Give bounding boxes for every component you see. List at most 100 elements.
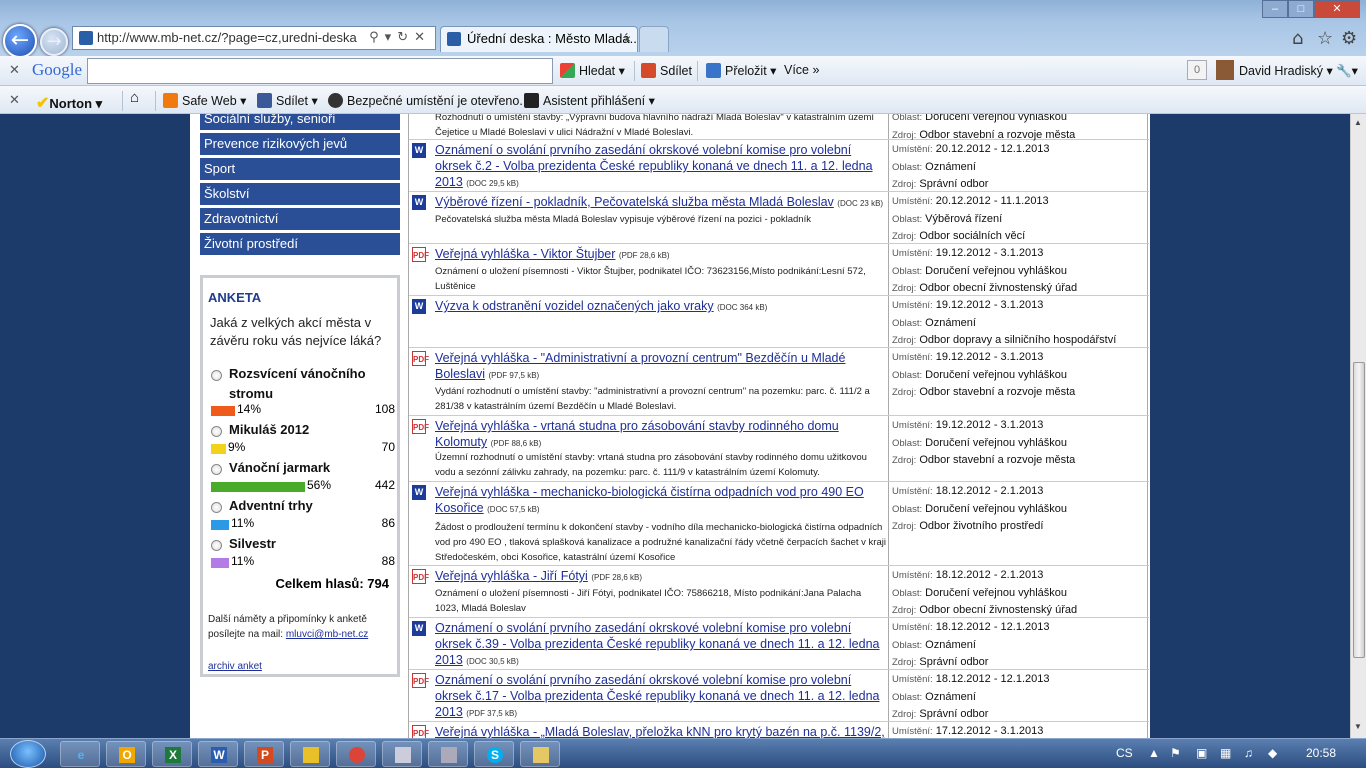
norton-button[interactable]: ✔Norton ▾ bbox=[36, 93, 102, 113]
tab-uredni-deska[interactable]: Úřední deska : Město Mladá... × bbox=[440, 26, 638, 52]
poll-option[interactable]: Mikuláš 2012 9% 70 bbox=[209, 420, 395, 456]
home-icon[interactable]: ⌂ bbox=[130, 89, 139, 106]
hledat-button[interactable]: Hledat ▾ bbox=[560, 63, 625, 78]
secure-location-button[interactable]: Bezpečné umístění je otevřeno. ▾ bbox=[328, 93, 533, 108]
dropbox-icon[interactable]: ◆ bbox=[1268, 746, 1277, 760]
menu-item-socialni[interactable]: Sociální služby, senioři bbox=[200, 114, 400, 131]
flag-icon[interactable]: ⚑ bbox=[1170, 746, 1181, 760]
radio-button[interactable] bbox=[211, 464, 222, 475]
google-search-input[interactable] bbox=[87, 58, 553, 84]
scroll-down-icon[interactable]: ▼ bbox=[1354, 722, 1362, 731]
row-meta: Umístění: 19.12.2012 - 3.1.2013 Oblast: D… bbox=[892, 417, 1147, 470]
menu-item-prevence[interactable]: Prevence rizikových jevů bbox=[200, 133, 400, 156]
notice-link[interactable]: Veřejná vyhláška - Viktor Štujber bbox=[435, 247, 615, 261]
meta-umisteni: Umístění: 20.12.2012 - 11.1.2013 bbox=[892, 193, 1147, 211]
meta-zdroj: Zdroj: Správní odbor bbox=[892, 706, 1147, 724]
vice-button[interactable]: Více » bbox=[784, 63, 819, 77]
refresh-icon[interactable]: ↻ bbox=[397, 30, 414, 45]
tab-close-icon[interactable]: × bbox=[624, 27, 631, 51]
poll-option[interactable]: Vánoční jarmark 56% 442 bbox=[209, 458, 395, 494]
taskbar-skype[interactable]: S bbox=[474, 741, 514, 767]
notification-counter[interactable]: 0 bbox=[1187, 60, 1207, 80]
network-icon[interactable]: ▦ bbox=[1220, 746, 1231, 760]
menu-item-sport[interactable]: Sport bbox=[200, 158, 400, 181]
stop-icon[interactable]: ✕ bbox=[414, 30, 431, 45]
tray-expand-icon[interactable]: ▲ bbox=[1148, 746, 1160, 760]
taskbar-word[interactable]: W bbox=[198, 741, 238, 767]
tray-app-icon[interactable]: ▣ bbox=[1196, 746, 1207, 760]
close-button[interactable]: ✕ bbox=[1314, 0, 1360, 18]
vertical-scrollbar[interactable]: ▲ ▼ bbox=[1350, 114, 1366, 738]
radio-button[interactable] bbox=[211, 370, 222, 381]
meta-umisteni: Umístění: 18.12.2012 - 2.1.2013 bbox=[892, 567, 1147, 585]
meta-key: Oblast: bbox=[892, 503, 923, 515]
taskbar-outlook[interactable]: O bbox=[106, 741, 146, 767]
taskbar-explorer[interactable] bbox=[520, 741, 560, 767]
new-tab-button[interactable] bbox=[639, 26, 669, 52]
scroll-up-icon[interactable]: ▲ bbox=[1354, 118, 1362, 127]
user-menu[interactable]: David Hradiský ▾ bbox=[1239, 63, 1333, 78]
home-icon[interactable]: ⌂ bbox=[1292, 28, 1303, 49]
minimize-button[interactable]: – bbox=[1262, 0, 1288, 18]
meta-umisteni: Umístění: 20.12.2012 - 12.1.2013 bbox=[892, 141, 1147, 159]
row-left-cell: PDF Oznámení o svolání prvního zasedání o… bbox=[409, 670, 889, 721]
safe-web-button[interactable]: Safe Web ▾ bbox=[163, 93, 246, 108]
notice-link[interactable]: Výběrové řízení - pokladník, Pečovatelsk… bbox=[435, 195, 834, 209]
menu-item-zdravotnictvi[interactable]: Zdravotnictví bbox=[200, 208, 400, 231]
language-indicator[interactable]: CS bbox=[1116, 746, 1133, 760]
file-size: (DOC 364 kB) bbox=[717, 303, 768, 312]
start-button[interactable] bbox=[10, 740, 46, 768]
taskbar-chrome[interactable] bbox=[336, 741, 376, 767]
notice-link[interactable]: Veřejná vyhláška - Jiří Fótyi bbox=[435, 569, 588, 583]
notice-link[interactable]: Veřejná vyhláška - „Mladá Boleslav, přel… bbox=[435, 725, 885, 738]
taskbar-ie[interactable]: e bbox=[60, 741, 100, 767]
poll-option[interactable]: Rozsvícení vánočního stromu 14% 108 bbox=[209, 364, 395, 416]
prelozit-button[interactable]: Přeložit ▾ bbox=[706, 63, 776, 78]
sdilet-button[interactable]: Sdílet bbox=[641, 63, 692, 78]
favorites-star-icon[interactable]: ☆ bbox=[1317, 28, 1333, 49]
row-left-cell: PDF Veřejná vyhláška - Viktor Štujber (PD… bbox=[409, 244, 889, 295]
taskbar-paint[interactable] bbox=[290, 741, 330, 767]
search-icon[interactable]: ⚲ bbox=[369, 30, 385, 45]
gear-icon[interactable]: ⚙ bbox=[1341, 28, 1357, 49]
close-toolbar-icon[interactable]: ✕ bbox=[9, 62, 20, 78]
word-icon: W bbox=[211, 747, 227, 763]
menu-item-skolstvi[interactable]: Školství bbox=[200, 183, 400, 206]
radio-button[interactable] bbox=[211, 426, 222, 437]
close-toolbar-icon[interactable]: ✕ bbox=[9, 92, 20, 108]
menu-item-zivotni-prostredi[interactable]: Životní prostředí bbox=[200, 233, 400, 256]
address-tools[interactable]: ⚲▾↻✕ bbox=[369, 27, 431, 49]
poll-email-link[interactable]: mluvci@mb-net.cz bbox=[286, 629, 368, 640]
meta-value: 19.12.2012 - 3.1.2013 bbox=[935, 351, 1044, 363]
outlook-icon: O bbox=[119, 747, 135, 763]
clock[interactable]: 20:58 bbox=[1306, 746, 1336, 760]
meta-umisteni: Umístění: 18.12.2012 - 2.1.2013 bbox=[892, 483, 1147, 501]
volume-icon[interactable]: ♫ bbox=[1244, 746, 1253, 760]
meta-key: Zdroj: bbox=[892, 179, 917, 190]
wrench-icon[interactable]: 🔧▾ bbox=[1336, 63, 1358, 79]
poll-count: 70 bbox=[381, 440, 395, 454]
taskbar-calculator[interactable] bbox=[382, 741, 422, 767]
maximize-button[interactable]: □ bbox=[1288, 0, 1314, 18]
address-bar[interactable]: http://www.mb-net.cz/?page=cz,uredni-des… bbox=[72, 26, 436, 50]
back-button[interactable]: ← bbox=[3, 24, 37, 58]
radio-button[interactable] bbox=[211, 502, 222, 513]
meta-value: Odbor stavební a rozvoje města bbox=[919, 454, 1076, 466]
facebook-share-button[interactable]: Sdílet ▾ bbox=[257, 93, 318, 108]
poll-option[interactable]: Adventní trhy 11% 86 bbox=[209, 496, 395, 532]
dropdown-icon[interactable]: ▾ bbox=[385, 30, 398, 45]
radio-button[interactable] bbox=[211, 540, 222, 551]
poll-option[interactable]: Silvestr 11% 88 bbox=[209, 534, 395, 570]
taskbar-printer[interactable] bbox=[428, 741, 468, 767]
avatar[interactable] bbox=[1216, 60, 1234, 80]
pdf-icon: PDF bbox=[412, 725, 429, 738]
scrollbar-thumb[interactable] bbox=[1353, 362, 1365, 658]
forward-button[interactable]: → bbox=[40, 28, 68, 56]
poll-archive-link[interactable]: archiv anket bbox=[208, 661, 262, 672]
login-assistant-button[interactable]: Asistent přihlášení ▾ bbox=[524, 93, 655, 108]
poll-option-label: Rozsvícení vánočního stromu bbox=[229, 366, 366, 401]
taskbar-powerpoint[interactable]: P bbox=[244, 741, 284, 767]
poll-percent: 11% bbox=[231, 516, 255, 530]
notice-link[interactable]: Výzva k odstranění vozidel označených ja… bbox=[435, 299, 714, 313]
taskbar-excel[interactable]: X bbox=[152, 741, 192, 767]
